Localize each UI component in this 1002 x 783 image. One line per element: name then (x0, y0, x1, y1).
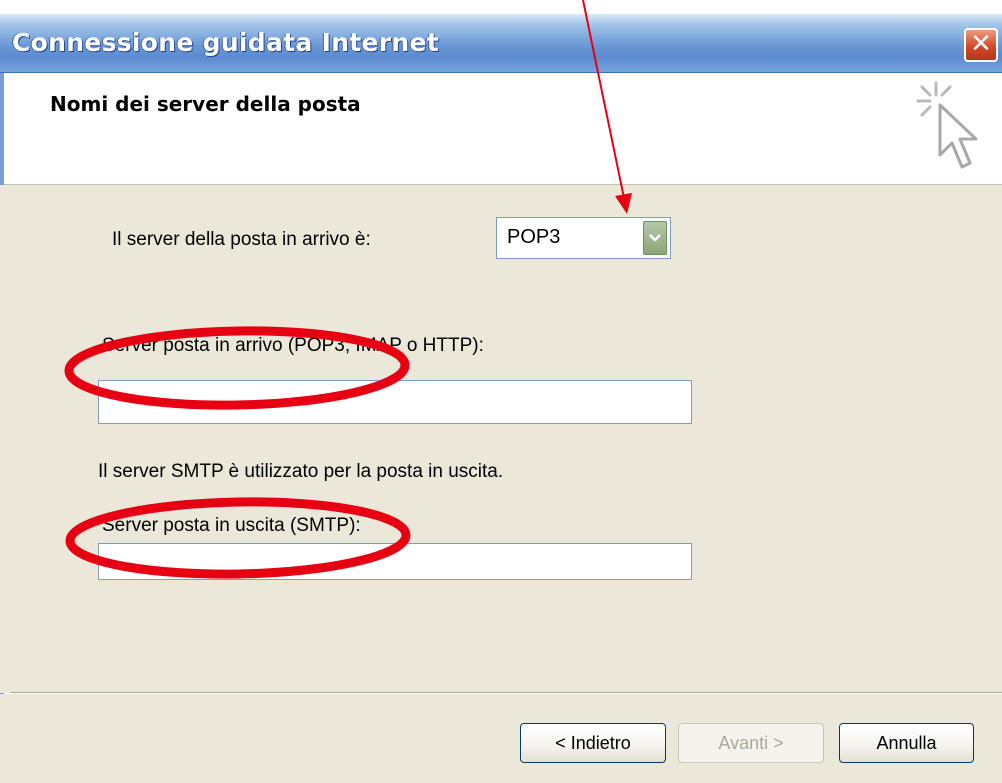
next-button[interactable]: Avanti > (678, 723, 824, 763)
wizard-window: Connessione guidata Internet ✕ Nomi dei … (0, 0, 1002, 783)
outgoing-server-label: Server posta in uscita (SMTP): (102, 515, 361, 536)
smtp-note: Il server SMTP è utilizzato per la posta… (98, 461, 504, 482)
page-title: Nomi dei server della posta (50, 92, 361, 116)
close-button[interactable]: ✕ (964, 28, 998, 62)
back-button[interactable]: < Indietro (520, 723, 666, 763)
incoming-server-input[interactable] (98, 380, 692, 424)
outgoing-server-input[interactable] (98, 543, 692, 580)
chevron-down-icon (649, 234, 661, 242)
cancel-button[interactable]: Annulla (839, 723, 974, 763)
wizard-cursor-icon (916, 81, 978, 169)
wizard-header: Nomi dei server della posta (0, 73, 1002, 185)
incoming-type-label: Il server della posta in arrivo è: (112, 229, 371, 250)
title-bar[interactable]: Connessione guidata Internet ✕ (0, 14, 1002, 73)
incoming-type-value: POP3 (507, 226, 561, 248)
window-title: Connessione guidata Internet (12, 28, 440, 57)
incoming-type-select[interactable]: POP3 (496, 217, 671, 259)
dropdown-button[interactable] (643, 221, 667, 255)
incoming-server-label: Server posta in arrivo (POP3, IMAP o HTT… (102, 335, 484, 356)
close-icon: ✕ (970, 29, 992, 59)
wizard-body (0, 185, 1002, 693)
